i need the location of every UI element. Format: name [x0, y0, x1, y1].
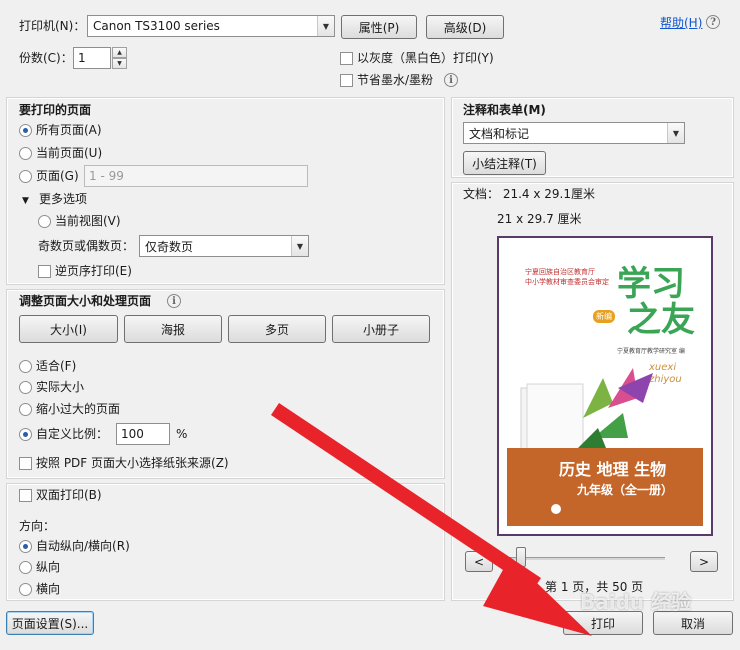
- chevron-down-icon: ▼: [317, 16, 334, 36]
- advanced-button[interactable]: 高级(D): [426, 15, 504, 39]
- doc-size-label: 文档： 21.4 x 29.1厘米: [463, 187, 595, 201]
- more-options-label[interactable]: 更多选项: [39, 191, 87, 207]
- poster-button[interactable]: 海报: [124, 315, 222, 343]
- grayscale-checkbox[interactable]: [340, 52, 353, 65]
- cover-new-edition-badge: 新编: [593, 310, 615, 323]
- cover-grade: 九年级（全一册）: [577, 483, 674, 497]
- comments-select-value: 文档和标记: [469, 126, 530, 141]
- page-preview: 宁夏回族自治区教育厅 中小学教材审查委员会审定 学习 之友 新编 xuexi z…: [497, 236, 713, 536]
- cover-title-line1: 学习: [617, 264, 685, 304]
- duplex-label: 双面打印(B): [36, 488, 102, 502]
- pages-range-input[interactable]: 1 - 99: [84, 165, 308, 187]
- custom-scale-input[interactable]: 100: [116, 423, 170, 445]
- watermark-text: Baidu 经验: [580, 590, 692, 614]
- shrink-radio[interactable]: [19, 403, 32, 416]
- current-page-label: 当前页面(U): [36, 146, 103, 160]
- multiple-button[interactable]: 多页: [228, 315, 326, 343]
- all-pages-radio[interactable]: [19, 124, 32, 137]
- save-ink-label: 节省墨水/墨粉: [357, 73, 434, 87]
- publisher-logo-icon: [551, 504, 561, 514]
- current-view-radio[interactable]: [38, 215, 51, 228]
- chevron-down-icon: ▼: [291, 236, 308, 256]
- help-icon[interactable]: ?: [706, 15, 720, 29]
- fit-radio[interactable]: [19, 360, 32, 373]
- pages-to-print-title: 要打印的页面: [19, 103, 92, 117]
- portrait-label: 纵向: [36, 560, 61, 574]
- copies-input[interactable]: 1: [73, 47, 111, 69]
- cover-publisher-line2: 中小学教材审查委员会审定: [525, 278, 609, 286]
- cover-publisher-line1: 宁夏回族自治区教育厅: [525, 268, 595, 276]
- copies-down-icon[interactable]: ▼: [112, 58, 127, 69]
- cover-title-line2: 之友: [627, 300, 695, 340]
- paper-source-label: 按照 PDF 页面大小选择纸张来源(Z): [36, 456, 229, 470]
- portrait-radio[interactable]: [19, 561, 32, 574]
- cover-brown-band: 历史 地理 生物 九年级（全一册）: [507, 448, 703, 526]
- page-setup-button[interactable]: 页面设置(S)...: [6, 611, 94, 635]
- properties-button[interactable]: 属性(P): [341, 15, 417, 39]
- cover-editor: 宁夏教育厅教学研究室 编: [617, 348, 685, 355]
- percent-label: %: [176, 427, 188, 441]
- summarize-comments-button[interactable]: 小结注释(T): [463, 151, 546, 175]
- odd-even-select[interactable]: 仅奇数页 ▼: [139, 235, 309, 257]
- custom-scale-radio[interactable]: [19, 428, 32, 441]
- info-icon[interactable]: i: [167, 294, 181, 308]
- auto-orientation-label: 自动纵向/横向(R): [36, 539, 130, 553]
- all-pages-label: 所有页面(A): [36, 123, 102, 137]
- pages-radio[interactable]: [19, 170, 32, 183]
- paper-source-checkbox[interactable]: [19, 457, 32, 470]
- expand-triangle-icon[interactable]: ▼: [22, 193, 29, 209]
- comments-select[interactable]: 文档和标记 ▼: [463, 122, 685, 144]
- actual-size-radio[interactable]: [19, 381, 32, 394]
- landscape-radio[interactable]: [19, 583, 32, 596]
- current-page-radio[interactable]: [19, 147, 32, 160]
- auto-orientation-radio[interactable]: [19, 540, 32, 553]
- orientation-title: 方向：: [19, 519, 56, 533]
- reverse-order-label: 逆页序打印(E): [55, 264, 132, 278]
- save-ink-checkbox[interactable]: [340, 74, 353, 87]
- comments-title: 注释和表单(M): [463, 103, 546, 117]
- printer-select[interactable]: Canon TS3100 series ▼: [87, 15, 335, 37]
- help-link[interactable]: 帮助(H): [660, 15, 702, 31]
- paper-size-label: 21 x 29.7 厘米: [497, 212, 582, 226]
- printer-label: 打印机(N)：: [19, 19, 86, 33]
- duplex-checkbox[interactable]: [19, 489, 32, 502]
- actual-size-label: 实际大小: [36, 380, 85, 394]
- sizing-title: 调整页面大小和处理页面: [19, 294, 152, 308]
- cover-subjects: 历史 地理 生物: [559, 460, 667, 479]
- odd-even-select-value: 仅奇数页: [145, 239, 194, 254]
- info-icon[interactable]: i: [444, 73, 458, 87]
- chevron-down-icon: ▼: [667, 123, 684, 143]
- odd-even-label: 奇数页或偶数页：: [38, 239, 135, 253]
- current-view-label: 当前视图(V): [55, 214, 121, 228]
- shrink-label: 缩小过大的页面: [36, 402, 121, 416]
- booklet-button[interactable]: 小册子: [332, 315, 430, 343]
- printer-select-value: Canon TS3100 series: [93, 19, 220, 33]
- fit-label: 适合(F): [36, 359, 77, 373]
- prev-page-button[interactable]: <: [465, 551, 493, 572]
- pages-label: 页面(G): [36, 169, 79, 183]
- copies-label: 份数(C)：: [19, 51, 73, 65]
- size-button[interactable]: 大小(I): [19, 315, 118, 343]
- page-slider-thumb[interactable]: [516, 547, 526, 567]
- landscape-label: 横向: [36, 582, 61, 596]
- copies-up-icon[interactable]: ▲: [112, 47, 127, 58]
- next-page-button[interactable]: >: [690, 551, 718, 572]
- reverse-order-checkbox[interactable]: [38, 265, 51, 278]
- custom-scale-label: 自定义比例：: [36, 427, 109, 441]
- grayscale-label: 以灰度（黑白色）打印(Y): [357, 51, 494, 65]
